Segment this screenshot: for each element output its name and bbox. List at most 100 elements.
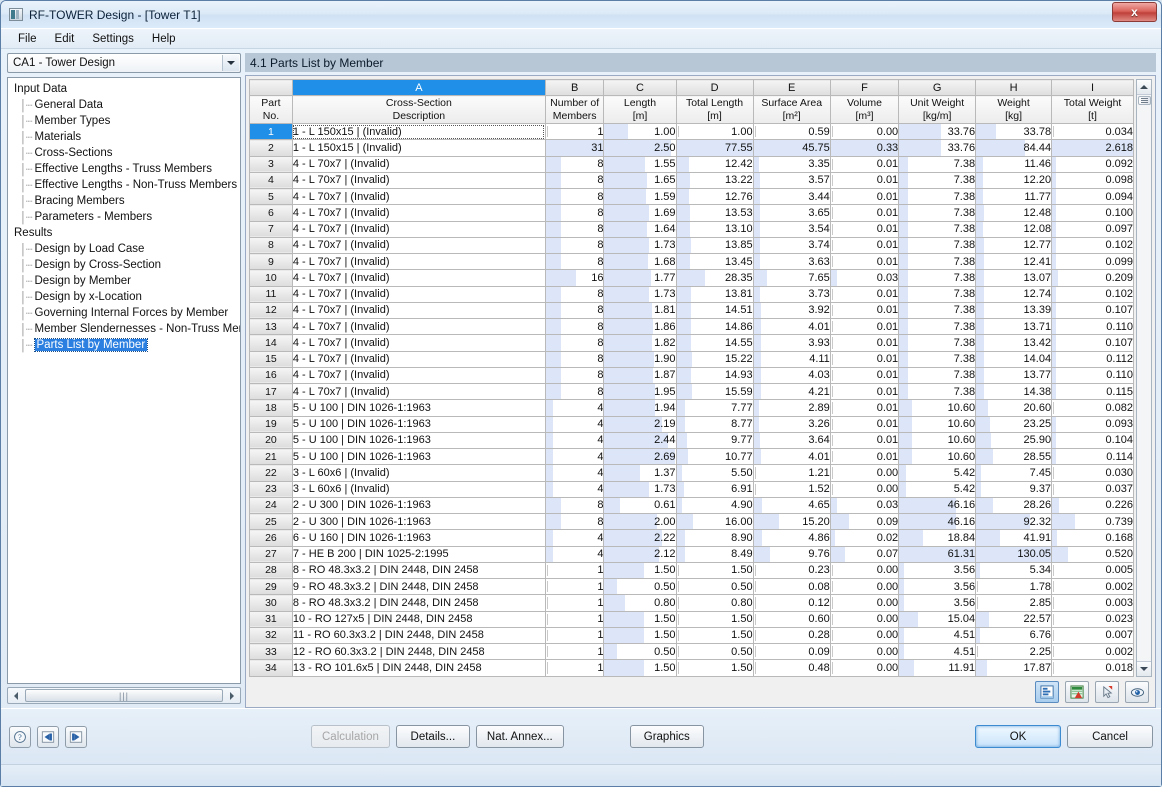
value-cell-length[interactable]: 1.73 — [603, 480, 677, 498]
value-cell-members[interactable]: 8 — [544, 171, 605, 190]
cross-section-description-cell[interactable]: 4 - L 70x7 | (Invalid) — [291, 220, 546, 238]
value-cell-length[interactable]: 2.50 — [603, 139, 677, 157]
value-cell-surface[interactable]: 3.54 — [752, 220, 831, 238]
value-cell-surface[interactable]: 0.28 — [752, 626, 831, 645]
value-cell-length[interactable]: 1.77 — [603, 269, 677, 287]
value-cell-total-length[interactable]: 1.50 — [675, 626, 754, 645]
value-cell-length[interactable]: 2.44 — [603, 431, 677, 450]
value-cell-members[interactable]: 8 — [544, 496, 605, 515]
cross-section-description-cell[interactable]: 1 - L 150x15 | (Invalid) — [291, 139, 546, 157]
value-cell-unit-weight[interactable]: 5.42 — [898, 480, 977, 498]
value-cell-length[interactable]: 1.86 — [603, 317, 677, 336]
value-cell-surface[interactable]: 0.08 — [752, 577, 831, 596]
value-cell-members[interactable]: 1 — [544, 122, 605, 141]
scroll-thumb[interactable]: ||| — [25, 689, 223, 702]
value-cell-total-length[interactable]: 14.86 — [675, 317, 754, 336]
help-question-icon[interactable]: ? — [9, 725, 31, 748]
value-cell-total-weight[interactable]: 0.092 — [1051, 155, 1134, 173]
value-cell-unit-weight[interactable]: 3.56 — [898, 594, 977, 612]
value-cell-weight[interactable]: 130.05 — [975, 545, 1053, 563]
value-cell-total-length[interactable]: 13.10 — [675, 220, 754, 238]
sidebar-item-member-types[interactable]: │┈ Member Types — [12, 113, 240, 129]
row-number-cell[interactable]: 6 — [249, 204, 293, 222]
view-eye-icon[interactable] — [1125, 681, 1149, 703]
row-number-cell[interactable]: 19 — [249, 415, 293, 433]
value-cell-total-weight[interactable]: 0.110 — [1051, 317, 1134, 336]
cross-section-description-cell[interactable]: 4 - L 70x7 | (Invalid) — [291, 204, 546, 222]
value-cell-members[interactable]: 8 — [544, 366, 605, 385]
value-cell-weight[interactable]: 12.74 — [975, 285, 1053, 303]
cross-section-description-cell[interactable]: 4 - L 70x7 | (Invalid) — [291, 155, 546, 173]
value-cell-weight[interactable]: 13.07 — [975, 269, 1053, 287]
table-row[interactable]: 21 - L 150x15 | (Invalid) 31 2.50 77.55 45.7… — [249, 139, 1134, 157]
value-cell-members[interactable]: 8 — [544, 512, 605, 531]
value-cell-surface[interactable]: 3.63 — [752, 252, 831, 271]
sidebar-item-effective-lengths-truss-members[interactable]: │┈ Effective Lengths - Truss Members — [12, 161, 240, 177]
row-number-cell[interactable]: 27 — [249, 545, 293, 563]
value-cell-surface[interactable]: 4.03 — [752, 366, 831, 385]
row-number-cell[interactable]: 5 — [249, 187, 293, 206]
value-cell-members[interactable]: 1 — [544, 626, 605, 645]
table-row[interactable]: 34 13 - RO 101.6x5 | DIN 2448, DIN 2458 1 1… — [249, 659, 1134, 677]
value-cell-volume[interactable]: 0.01 — [829, 236, 900, 255]
value-cell-total-length[interactable]: 13.81 — [675, 285, 754, 303]
row-number-cell[interactable]: 1 — [249, 122, 293, 141]
row-number-cell[interactable]: 4 — [249, 171, 293, 190]
value-cell-members[interactable]: 4 — [544, 464, 605, 482]
value-cell-unit-weight[interactable]: 10.60 — [898, 399, 977, 417]
value-cell-total-length[interactable]: 1.50 — [675, 561, 754, 580]
value-cell-unit-weight[interactable]: 46.16 — [898, 512, 977, 531]
row-number-cell[interactable]: 32 — [249, 626, 293, 645]
value-cell-length[interactable]: 2.12 — [603, 545, 677, 563]
column-letter-g[interactable]: G — [898, 79, 977, 96]
value-cell-surface[interactable]: 3.92 — [752, 301, 831, 320]
value-cell-weight[interactable]: 84.44 — [975, 139, 1053, 157]
row-number-cell[interactable]: 3 — [249, 155, 293, 173]
value-cell-surface[interactable]: 3.65 — [752, 204, 831, 222]
value-cell-length[interactable]: 1.50 — [603, 561, 677, 580]
value-cell-total-weight[interactable]: 0.098 — [1051, 171, 1134, 190]
value-cell-weight[interactable]: 17.87 — [975, 659, 1053, 677]
sidebar-item-design-by-member[interactable]: │┈ Design by Member — [12, 273, 240, 289]
value-cell-total-length[interactable]: 13.53 — [675, 204, 754, 222]
row-number-cell[interactable]: 21 — [249, 447, 293, 466]
value-cell-unit-weight[interactable]: 7.38 — [898, 204, 977, 222]
cross-section-description-cell[interactable]: 11 - RO 60.3x3.2 | DIN 2448, DIN 2458 — [291, 626, 546, 645]
value-cell-weight[interactable]: 25.90 — [975, 431, 1053, 450]
value-cell-volume[interactable]: 0.00 — [829, 577, 900, 596]
value-cell-unit-weight[interactable]: 10.60 — [898, 431, 977, 450]
value-cell-volume[interactable]: 0.01 — [829, 301, 900, 320]
value-cell-members[interactable]: 31 — [544, 139, 605, 157]
tree-horizontal-scrollbar[interactable]: ||| — [7, 687, 241, 704]
value-cell-total-weight[interactable]: 0.007 — [1051, 626, 1134, 645]
value-cell-volume[interactable]: 0.01 — [829, 187, 900, 206]
sidebar-item-design-by-x-location[interactable]: │┈ Design by x-Location — [12, 289, 240, 305]
value-cell-unit-weight[interactable]: 15.04 — [898, 610, 977, 628]
previous-view-icon[interactable] — [37, 725, 59, 748]
cross-section-description-cell[interactable]: 3 - L 60x6 | (Invalid) — [291, 480, 546, 498]
row-number-cell[interactable]: 13 — [249, 317, 293, 336]
value-cell-members[interactable]: 8 — [544, 252, 605, 271]
value-cell-volume[interactable]: 0.00 — [829, 122, 900, 141]
column-letter-c[interactable]: C — [603, 79, 677, 96]
table-row[interactable]: 33 12 - RO 60.3x3.2 | DIN 2448, DIN 2458 1… — [249, 642, 1134, 661]
value-cell-unit-weight[interactable]: 4.51 — [898, 642, 977, 661]
table-row[interactable]: 64 - L 70x7 | (Invalid) 8 1.69 13.53 3.65 0.0… — [249, 204, 1134, 222]
value-cell-total-weight[interactable]: 0.104 — [1051, 431, 1134, 450]
column-letter-f[interactable]: F — [829, 79, 900, 96]
value-cell-volume[interactable]: 0.00 — [829, 610, 900, 628]
cross-section-description-cell[interactable]: 2 - U 300 | DIN 1026-1:1963 — [291, 496, 546, 515]
cross-section-description-cell[interactable]: 4 - L 70x7 | (Invalid) — [291, 187, 546, 206]
value-cell-members[interactable]: 16 — [544, 269, 605, 287]
sidebar-item-governing-internal-forces-by-member[interactable]: │┈ Governing Internal Forces by Member — [12, 305, 240, 321]
value-cell-volume[interactable]: 0.01 — [829, 220, 900, 238]
sidebar-item-cross-sections[interactable]: │┈ Cross-Sections — [12, 145, 240, 161]
value-cell-volume[interactable]: 0.01 — [829, 252, 900, 271]
value-cell-volume[interactable]: 0.01 — [829, 285, 900, 303]
sidebar-item-parameters-members[interactable]: │┈ Parameters - Members — [12, 209, 240, 225]
row-number-cell[interactable]: 12 — [249, 301, 293, 320]
value-cell-length[interactable]: 0.61 — [603, 496, 677, 515]
table-row[interactable]: 84 - L 70x7 | (Invalid) 8 1.73 13.85 3.74 0.0… — [249, 236, 1134, 255]
value-cell-volume[interactable]: 0.03 — [829, 269, 900, 287]
value-cell-length[interactable]: 1.69 — [603, 204, 677, 222]
